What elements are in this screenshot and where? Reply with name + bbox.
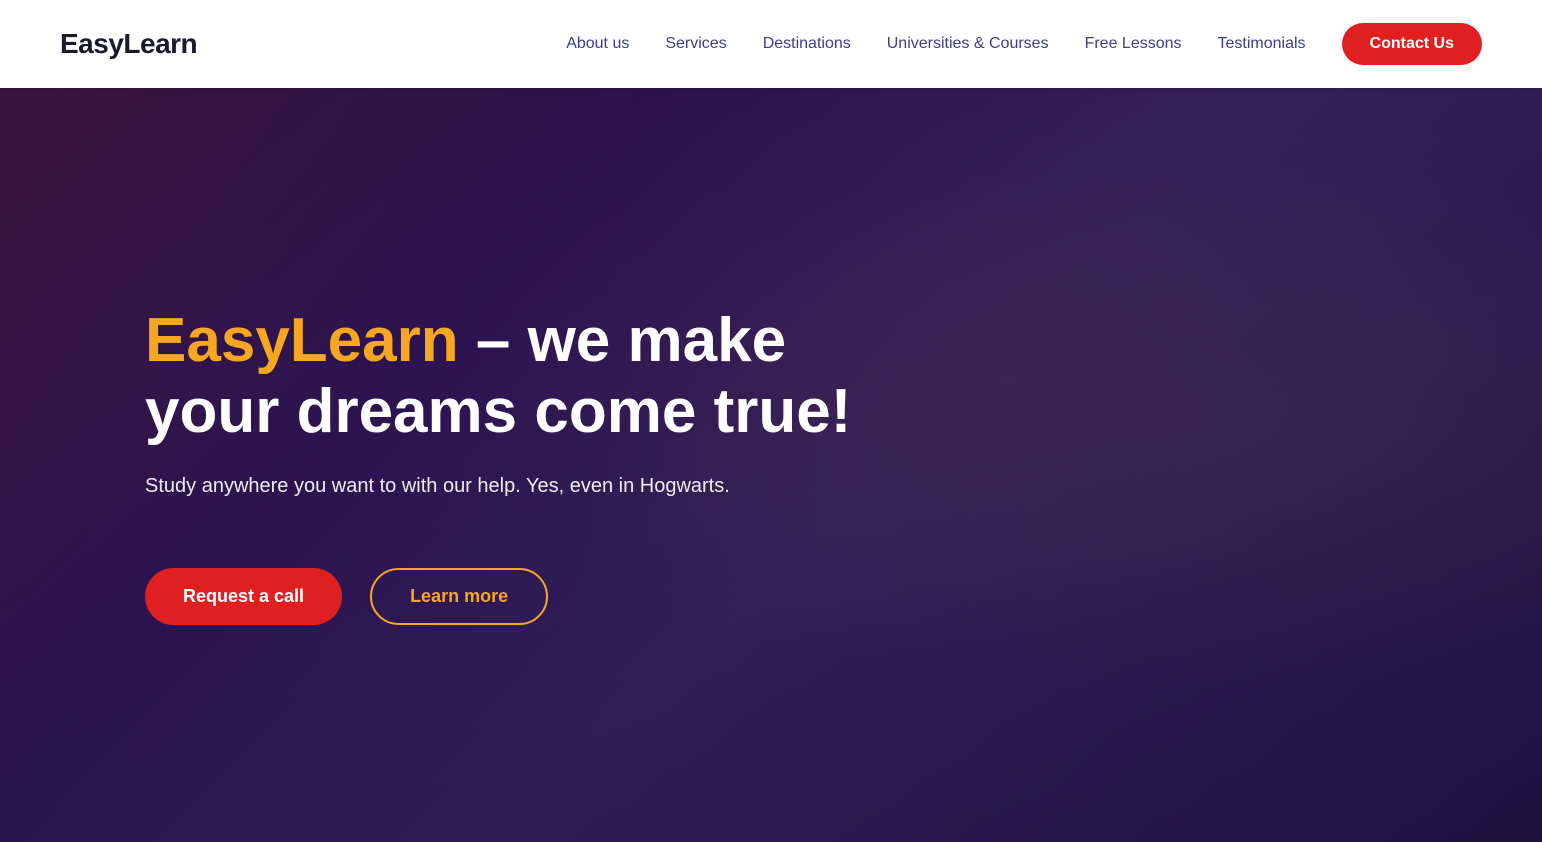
contact-button[interactable]: Contact Us xyxy=(1342,23,1482,65)
request-call-button[interactable]: Request a call xyxy=(145,568,342,625)
hero-subtitle: Study anywhere you want to with our help… xyxy=(145,475,765,498)
logo: EasyLearn xyxy=(60,28,197,60)
header: EasyLearn About us Services Destinations… xyxy=(0,0,1542,88)
nav-about[interactable]: About us xyxy=(566,35,629,53)
hero-section: EasyLearn – we make your dreams come tru… xyxy=(0,88,1542,842)
hero-content: EasyLearn – we make your dreams come tru… xyxy=(0,88,1542,842)
nav-testimonials[interactable]: Testimonials xyxy=(1218,35,1306,53)
navigation: About us Services Destinations Universit… xyxy=(566,23,1482,65)
hero-buttons: Request a call Learn more xyxy=(145,568,1482,625)
nav-universities[interactable]: Universities & Courses xyxy=(887,35,1049,53)
nav-lessons[interactable]: Free Lessons xyxy=(1085,35,1182,53)
hero-brand: EasyLearn xyxy=(145,306,459,375)
learn-more-button[interactable]: Learn more xyxy=(370,568,548,625)
nav-services[interactable]: Services xyxy=(665,35,726,53)
nav-destinations[interactable]: Destinations xyxy=(763,35,851,53)
hero-title: EasyLearn – we make your dreams come tru… xyxy=(145,305,865,448)
